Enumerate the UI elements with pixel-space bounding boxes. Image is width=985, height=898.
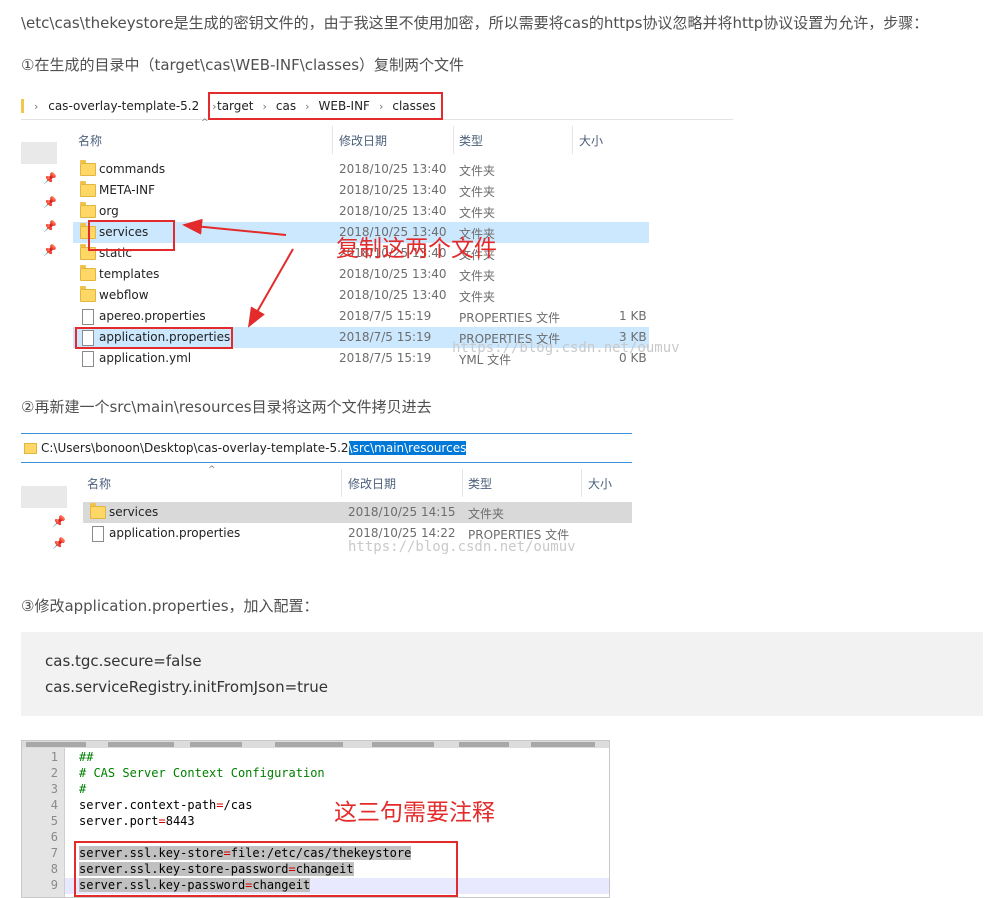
- pin-icon: 📌: [52, 537, 66, 550]
- address-bar[interactable]: C:\Users\bonoon\Desktop\cas-overlay-temp…: [21, 433, 632, 463]
- path-text: C:\Users\bonoon\Desktop\cas-overlay-temp…: [41, 441, 349, 455]
- code-line: ##: [79, 750, 94, 764]
- step2-text: ②再新建一个src\main\resources目录将这两个文件拷贝进去: [21, 398, 432, 416]
- column-divider[interactable]: [341, 469, 342, 497]
- line-number-gutter: 1 2 3 4 5 6 7 8 9: [22, 748, 65, 897]
- file-row-selected[interactable]: services 2018/10/25 14:15 文件夹: [83, 502, 632, 523]
- property-key: server.context-path: [79, 798, 217, 812]
- editor-tab[interactable]: [531, 742, 595, 747]
- line-number: 6: [50, 830, 58, 844]
- line-number: 9: [50, 878, 58, 892]
- pin-icon: 📌: [52, 515, 66, 528]
- ssl-lines-highlight-box: [74, 841, 458, 897]
- editor-tab[interactable]: [459, 742, 509, 747]
- file-name: services: [109, 505, 159, 519]
- step1-text: ①在生成的目录中（target\cas\WEB-INF\classes）复制两个…: [21, 56, 465, 74]
- watermark: https://blog.csdn.net/oumuv: [452, 340, 680, 356]
- line-number: 1: [50, 750, 58, 764]
- code-line: server.port=8443: [79, 814, 195, 828]
- config-code-block: cas.tgc.secure=false cas.serviceRegistry…: [21, 632, 983, 716]
- editor-tab[interactable]: [26, 742, 86, 747]
- arrow-to-services: [182, 218, 287, 236]
- file-date: 2018/10/25 14:15: [348, 505, 456, 519]
- column-header-size[interactable]: 大小: [588, 475, 612, 492]
- editor-tab-bar: [22, 741, 609, 748]
- line-number: 8: [50, 862, 58, 876]
- sort-up-icon: ^: [208, 465, 216, 475]
- intro-paragraph: \etc\cas\thekeystore是生成的密钥文件的，由于我这里不使用加密…: [21, 14, 929, 32]
- code-line: # CAS Server Context Configuration: [79, 766, 325, 780]
- line-number: 2: [50, 766, 58, 780]
- step3-text: ③修改application.properties，加入配置：: [21, 597, 319, 615]
- quick-access-item[interactable]: [21, 486, 67, 508]
- arrow-to-application-properties: [248, 248, 294, 328]
- file-icon: [92, 526, 104, 542]
- editor-tab[interactable]: [190, 742, 242, 747]
- column-header-type[interactable]: 类型: [468, 475, 492, 492]
- line-number: 3: [50, 782, 58, 796]
- file-type: 文件夹: [468, 507, 505, 521]
- column-header-name[interactable]: 名称: [87, 475, 111, 492]
- folder-icon: [24, 443, 37, 454]
- path-selected: \src\main\resources: [348, 441, 467, 455]
- column-header-date[interactable]: 修改日期: [348, 475, 396, 492]
- property-value: 8443: [165, 814, 195, 828]
- line-number: 7: [50, 846, 58, 860]
- property-value: /cas: [223, 798, 253, 812]
- explorer-window-1: › cas-overlay-template-5.2 › target › cas ›…: [21, 92, 733, 372]
- code-line: server.context-path=/cas: [79, 798, 253, 812]
- watermark: https://blog.csdn.net/oumuv: [348, 539, 576, 555]
- code-line: cas.tgc.secure=false: [45, 652, 202, 670]
- text-editor-screenshot: 1 2 3 4 5 6 7 8 9 ## # CAS Server Contex…: [21, 740, 610, 898]
- folder-icon: [90, 503, 106, 519]
- line-number: 4: [50, 798, 58, 812]
- code-line: cas.serviceRegistry.initFromJson=true: [45, 678, 328, 696]
- comment-out-annotation: 这三句需要注释: [334, 800, 495, 826]
- copy-annotation: 复制这两个文件: [336, 236, 497, 262]
- explorer-window-2: C:\Users\bonoon\Desktop\cas-overlay-temp…: [21, 433, 632, 563]
- property-key: server.port: [79, 814, 159, 828]
- line-number: 5: [50, 814, 58, 828]
- editor-tab[interactable]: [275, 742, 343, 747]
- file-date: 2018/10/25 14:22: [348, 526, 456, 540]
- editor-tab[interactable]: [108, 742, 174, 747]
- file-name: application.properties: [109, 526, 241, 540]
- column-divider[interactable]: [581, 469, 582, 497]
- column-divider[interactable]: [462, 469, 463, 497]
- editor-tab[interactable]: [372, 742, 434, 747]
- code-line: #: [79, 782, 87, 796]
